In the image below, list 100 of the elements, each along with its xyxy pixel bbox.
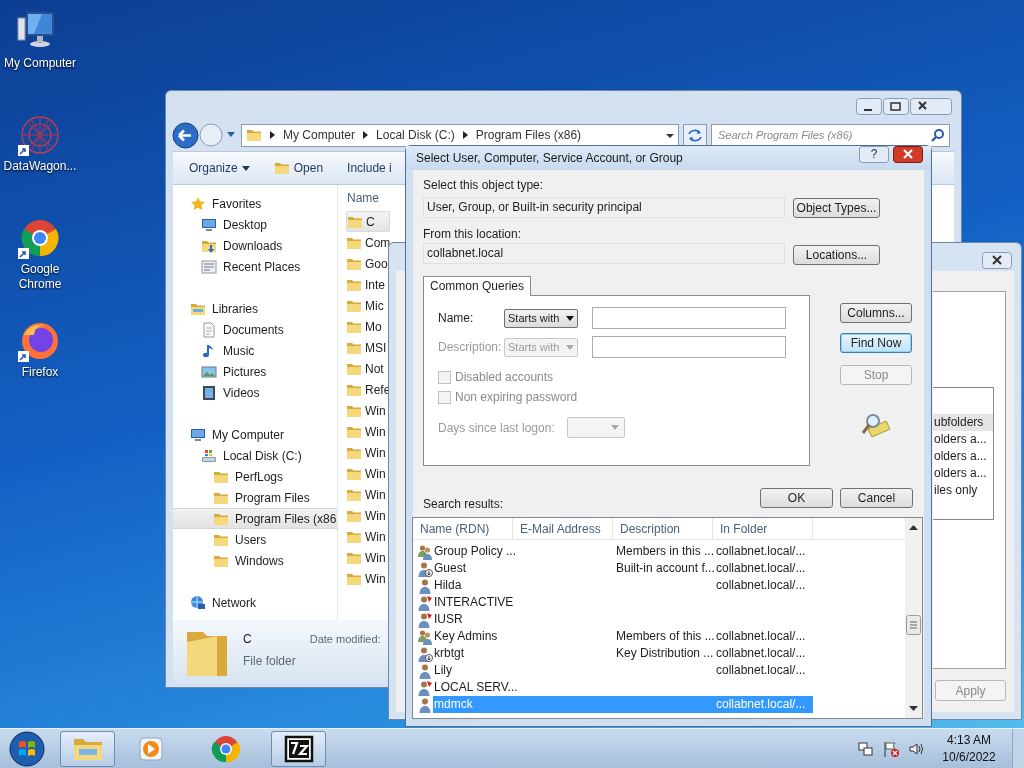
nav-item[interactable]: Program Files [173, 487, 337, 508]
button[interactable]: Columns... [840, 303, 912, 323]
address-field[interactable]: My Computer Local Disk (C:) Program Files (x86) [241, 123, 679, 147]
maximize-button[interactable] [883, 98, 909, 115]
nav-item[interactable]: Downloads [173, 235, 337, 256]
file-item[interactable]: Win [346, 400, 390, 421]
file-item[interactable]: Win [346, 484, 390, 505]
table-row[interactable]: Key Admins Members of this ...collabnet.local/... [433, 628, 813, 645]
file-item[interactable]: Mic [346, 295, 390, 316]
start-button[interactable] [7, 729, 47, 768]
speaker-icon[interactable] [908, 740, 924, 757]
table-row[interactable]: Group Policy ... Members in this ... collabnet.local/... [433, 543, 813, 560]
close-button[interactable] [910, 98, 952, 115]
input-field[interactable] [592, 307, 786, 329]
dropdown[interactable]: Starts with [504, 308, 578, 328]
list-item[interactable]: olders a... [933, 448, 993, 465]
scroll-thumb[interactable] [906, 615, 921, 635]
nav-item[interactable]: Music [173, 340, 337, 361]
minimize-button[interactable] [856, 98, 882, 115]
nav-item[interactable]: Favorites [173, 193, 337, 214]
list-item[interactable]: ubfolders [933, 414, 993, 431]
file-item[interactable]: Win [346, 421, 390, 442]
file-item[interactable]: Win [346, 463, 390, 484]
file-item[interactable]: Win [346, 505, 390, 526]
nav-item[interactable]: Pictures [173, 361, 337, 382]
file-item[interactable]: MSI [346, 337, 390, 358]
checkbox-label: Disabled accounts [455, 369, 554, 386]
column-header[interactable]: Name [347, 189, 379, 207]
flag-icon[interactable] [882, 739, 900, 758]
toolbar-button[interactable]: Open [273, 159, 324, 177]
user-icon [417, 560, 433, 577]
column-header[interactable]: Description [613, 518, 713, 540]
file-item[interactable]: Win [346, 442, 390, 463]
scroll-up-icon[interactable] [909, 524, 918, 530]
nav-item[interactable]: Windows [173, 550, 337, 571]
file-item[interactable]: Win [346, 547, 390, 568]
breadcrumb[interactable]: My Computer [283, 126, 356, 144]
network-icon[interactable] [858, 740, 874, 757]
close-button[interactable] [982, 252, 1012, 269]
search-field[interactable]: Search Program Files (x86) [711, 123, 950, 147]
column-header[interactable]: Name (RDN) [413, 518, 513, 540]
close-button[interactable] [893, 145, 923, 163]
nav-item[interactable]: PerfLogs [173, 466, 337, 487]
clock[interactable]: 4:13 AM 10/6/2022 [938, 731, 1000, 766]
file-item[interactable]: C [346, 211, 390, 232]
button[interactable]: Find Now [840, 333, 912, 353]
file-item[interactable]: Com [346, 232, 390, 253]
nav-item[interactable]: Documents [173, 319, 337, 340]
table-row[interactable]: Guest Built-in account f...collabnet.local/... [433, 560, 813, 577]
icon-label[interactable]: My Computer [1, 56, 79, 71]
table-cell-text: Guest [433, 560, 467, 577]
toolbar-button[interactable]: Organize [189, 159, 250, 177]
nav-item[interactable]: Libraries [173, 298, 337, 319]
user-icon [417, 611, 433, 628]
button[interactable]: Cancel [840, 488, 913, 508]
button[interactable]: Object Types... [793, 197, 880, 218]
nav-item[interactable]: Program Files (x86 [173, 508, 337, 529]
scroll-down-icon[interactable] [909, 706, 918, 712]
icon-label[interactable]: DataWagon... [1, 159, 79, 174]
nav-item[interactable]: Recent Places [173, 256, 337, 277]
help-button[interactable]: ? [859, 145, 889, 163]
table-row[interactable]: LOCAL SERV... [433, 679, 813, 696]
file-item[interactable]: Win [346, 568, 390, 589]
list-item[interactable]: olders a... [933, 431, 993, 448]
toolbar-button[interactable]: Include i [347, 159, 392, 177]
icon-label[interactable]: Google Chrome [1, 262, 79, 292]
nav-item[interactable]: Videos [173, 382, 337, 403]
taskbar-button[interactable] [271, 730, 326, 767]
nav-item[interactable]: Local Disk (C:) [173, 445, 337, 466]
table-row[interactable]: IUSR [433, 611, 813, 628]
table-row[interactable]: Lily collabnet.local/... [433, 662, 813, 679]
column-header[interactable]: E-Mail Address [513, 518, 613, 540]
table-row[interactable]: INTERACTIVE [433, 594, 813, 611]
nav-item[interactable]: Network [173, 592, 337, 613]
button[interactable]: Locations... [793, 245, 880, 265]
nav-item[interactable]: My Computer [173, 424, 337, 445]
caret-icon[interactable] [227, 132, 235, 138]
table-row[interactable]: krbtgt Key Distribution ... collabnet.local/... [433, 645, 813, 662]
back-button[interactable] [172, 121, 199, 149]
file-item[interactable]: Goo [346, 253, 390, 274]
table-row[interactable]: Hilda collabnet.local/... [433, 577, 813, 594]
list-item[interactable]: olders a... [933, 465, 993, 482]
list-item[interactable]: iles only [933, 482, 993, 499]
nav-item[interactable]: Desktop [173, 214, 337, 235]
star-icon [190, 195, 206, 212]
breadcrumb[interactable]: Local Disk (C:) [376, 126, 455, 144]
column-header[interactable]: In Folder [713, 518, 813, 540]
file-item[interactable]: Mo [346, 316, 390, 337]
file-item[interactable]: Not [346, 358, 390, 379]
button[interactable]: OK [760, 488, 833, 508]
file-item[interactable]: Inte [346, 274, 390, 295]
icon-label[interactable]: Firefox [1, 365, 79, 380]
nav-item[interactable]: Users [173, 529, 337, 550]
table-cell-text: collabnet.local/... [715, 662, 807, 679]
refresh-button[interactable] [683, 123, 707, 147]
file-item[interactable]: Win [346, 526, 390, 547]
breadcrumb[interactable]: Program Files (x86) [475, 126, 582, 144]
table-cell-text: collabnet.local/... [715, 577, 807, 594]
input-field[interactable] [592, 336, 786, 358]
tab[interactable]: Common Queries [423, 276, 532, 296]
